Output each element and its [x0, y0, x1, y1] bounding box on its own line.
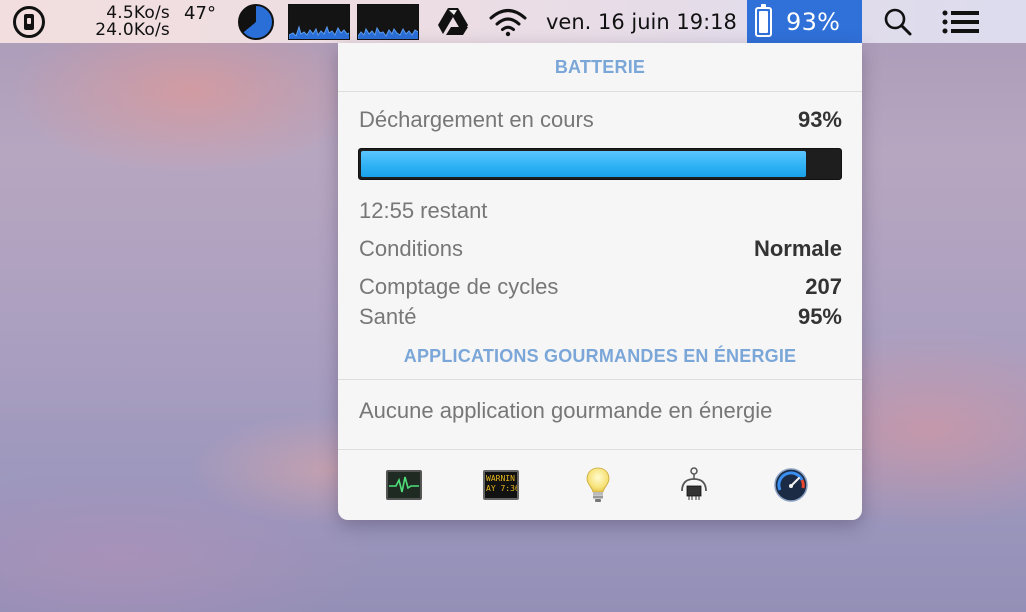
tips-button[interactable]	[580, 467, 616, 503]
google-drive-menu[interactable]	[436, 0, 470, 43]
activity-monitor-button[interactable]	[386, 467, 422, 503]
onepassword-menu-icon[interactable]	[12, 0, 46, 43]
divider	[338, 379, 862, 380]
clock-menu[interactable]: ven. 16 juin 19:18	[546, 0, 742, 43]
battery-icon	[755, 3, 772, 37]
menu-bar: 4.5Ko/s 24.0Ko/s 47° ven. 16 juin 19:18 …	[0, 0, 1026, 43]
system-information-button[interactable]	[676, 467, 712, 503]
cpu-graph-menu[interactable]	[288, 0, 350, 43]
no-energy-apps-label: Aucune application gourmande en énergie	[359, 398, 773, 423]
spotlight-menu[interactable]	[880, 0, 916, 43]
cycle-count-row: Comptage de cycles 207	[359, 274, 842, 300]
notification-center-icon	[942, 10, 979, 33]
energy-apps-section-title: APPLICATIONS GOURMANDES EN ÉNERGIE	[403, 346, 797, 366]
divider	[338, 91, 862, 92]
console-icon: WARNIN AY 7:36	[483, 470, 519, 500]
cpu-graph-icon	[288, 3, 350, 40]
cycle-count-label: Comptage de cycles	[359, 274, 559, 299]
remaining-time-label: 12:55 restant	[359, 198, 488, 223]
console-icon-text-2: AY 7:36	[486, 484, 519, 493]
battery-popover: BATTERIE Déchargement en cours 93% 12:55…	[338, 43, 862, 520]
spotlight-search-icon	[884, 8, 912, 35]
network-speed-monitor[interactable]: 4.5Ko/s 24.0Ko/s	[84, 0, 170, 43]
health-row: Santé 95%	[359, 304, 842, 330]
disk-utility-gauge-icon	[774, 468, 808, 502]
wifi-icon	[489, 8, 527, 36]
battery-section-title: BATTERIE	[554, 57, 646, 77]
console-button[interactable]: WARNIN AY 7:36	[483, 467, 519, 503]
memory-graph-menu[interactable]	[357, 0, 419, 43]
status-label: Déchargement en cours	[359, 107, 594, 132]
system-information-icon	[681, 467, 707, 500]
battery-charge-bar	[358, 148, 842, 180]
memory-graph-icon	[357, 3, 419, 40]
no-energy-apps-row: Aucune application gourmande en énergie	[359, 398, 842, 424]
console-icon-text-1: WARNIN	[486, 474, 515, 483]
date-time-label: ven. 16 juin 19:18	[546, 9, 737, 34]
battery-percent-label: 93%	[786, 7, 841, 36]
condition-row: Conditions Normale	[359, 236, 842, 262]
divider	[338, 449, 862, 450]
temperature-value: 47°	[184, 3, 216, 24]
activity-monitor-icon	[386, 470, 422, 500]
disk-utility-button[interactable]	[773, 467, 809, 503]
condition-value: Normale	[753, 236, 842, 261]
cpu-pie-menu[interactable]	[237, 0, 275, 43]
status-value: 93%	[797, 107, 842, 132]
network-download-speed: 24.0Ko/s	[95, 19, 170, 40]
tools-toolbar: WARNIN AY 7:36	[338, 463, 862, 507]
battery-menu[interactable]: 93%	[747, 0, 862, 43]
condition-label: Conditions	[359, 236, 463, 261]
remaining-row: 12:55 restant	[359, 198, 842, 224]
wifi-menu[interactable]	[486, 0, 530, 43]
health-value: 95%	[797, 304, 842, 329]
battery-charge-fill	[361, 151, 806, 177]
tips-lightbulb-icon	[586, 467, 610, 502]
notification-center-menu[interactable]	[940, 0, 982, 43]
google-drive-icon	[438, 8, 468, 35]
temperature-monitor[interactable]: 47°	[180, 0, 220, 43]
cycle-count-value: 207	[805, 274, 842, 299]
network-upload-speed: 4.5Ko/s	[106, 2, 170, 23]
status-row: Déchargement en cours 93%	[359, 107, 842, 133]
cpu-pie-icon	[238, 3, 274, 40]
health-label: Santé	[359, 304, 417, 329]
onepassword-icon	[13, 5, 45, 38]
